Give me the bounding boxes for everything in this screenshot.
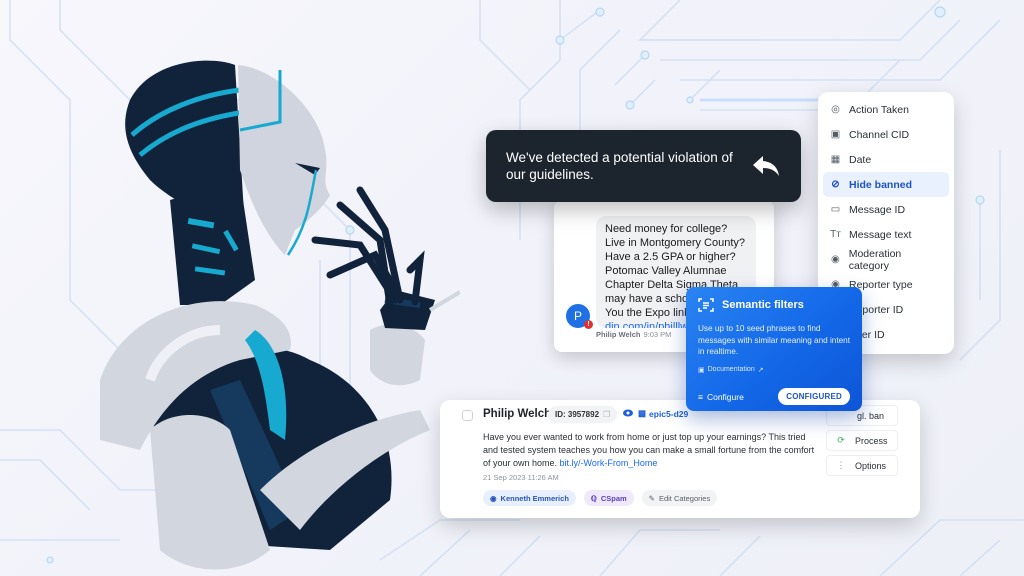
semantic-description: Use up to 10 seed phrases to find messag…	[698, 324, 850, 356]
edit-categories-button[interactable]: ✎ Edit Categories	[641, 490, 718, 506]
user-name: Philip Welch	[483, 408, 552, 420]
configure-button[interactable]: ≡ Configure	[698, 392, 744, 402]
chat-link-2[interactable]: din.com/in/philllw	[605, 321, 688, 328]
configured-badge[interactable]: CONFIGURED	[778, 388, 850, 405]
tag-user[interactable]: ◉ Kenneth Emmerich	[483, 490, 576, 506]
documentation-link[interactable]: ▣ Documentation ↗	[698, 366, 850, 374]
message-date: 21 Sep 2023 11:26 AM	[483, 473, 559, 482]
shield-icon: ◉	[490, 493, 497, 503]
filter-item-label: Message ID	[849, 203, 906, 216]
toast-message: We've detected a potential violation of …	[506, 150, 733, 182]
filter-item-label: Moderation category	[848, 247, 902, 272]
channel-label: epic5-d29	[649, 408, 689, 419]
filter-item-channel-cid[interactable]: ▣ Channel CID	[823, 122, 949, 147]
global-ban-label: gl. ban	[857, 410, 885, 421]
filter-item-message-text[interactable]: Tт Message text	[823, 222, 949, 247]
filter-item-moderation-category[interactable]: ◉ Moderation category	[823, 247, 949, 272]
tag-category[interactable]: ℚ CSpam	[583, 490, 634, 506]
reply-arrow-icon[interactable]	[751, 154, 781, 178]
copy-icon[interactable]: ❐	[603, 410, 610, 419]
text-icon: Tт	[830, 229, 841, 240]
edit-categories-label: Edit Categories	[658, 493, 711, 503]
user-id-label: ID: 3957892	[555, 410, 600, 419]
process-button[interactable]: ⟳ Process	[826, 430, 898, 451]
process-icon: ⟳	[837, 435, 845, 445]
category-icon: ◉	[830, 254, 840, 265]
filter-item-label: Message text	[849, 228, 912, 241]
chat-meta: Philip Welch 9:03 PM	[596, 330, 671, 339]
scan-text-icon	[698, 298, 714, 312]
external-link-icon: ↗	[757, 366, 764, 374]
channel-link[interactable]: ▩ epic5-d29	[638, 408, 688, 419]
filter-item-date[interactable]: ▦ Date	[823, 147, 949, 172]
eye-off-icon: ⊘	[831, 179, 840, 190]
process-label: Process	[855, 435, 888, 446]
filter-item-label: Hide banned	[849, 178, 913, 191]
book-icon: ▣	[698, 366, 705, 374]
tag-category-label: CSpam	[600, 493, 627, 503]
filter-item-action-taken[interactable]: ◎ Action Taken	[823, 97, 949, 122]
options-label: Options	[855, 460, 887, 471]
chat-time: 9:03 PM	[643, 330, 672, 339]
options-button[interactable]: ⋮ Options	[826, 455, 898, 476]
filter-item-label: Channel CID	[849, 128, 910, 141]
calendar-icon: ▦	[830, 154, 841, 165]
semantic-filters-card: Semantic filters Use up to 10 seed phras…	[686, 287, 862, 411]
moderation-card: Philip Welch ID: 3957892 ❐ ▩ epic5-d29 H…	[440, 400, 920, 518]
options-icon: ⋮	[836, 460, 846, 470]
flagged-message: Have you ever wanted to work from home o…	[483, 431, 818, 470]
action-buttons: gl. ban ⟳ Process ⋮ Options	[826, 405, 898, 480]
semantic-title: Semantic filters	[722, 299, 804, 311]
action-taken-icon: ◎	[831, 104, 840, 115]
filter-item-hide-banned[interactable]: ⊘ Hide banned	[823, 172, 949, 197]
message-icon: ▭	[830, 204, 841, 215]
filter-item-label: Action Taken	[849, 103, 909, 116]
pencil-icon: ✎	[648, 493, 655, 503]
robot-illustration	[100, 60, 460, 570]
flagged-message-link[interactable]: bit.ly/-Work-From_Home	[560, 458, 658, 468]
filter-item-label: Date	[849, 153, 872, 166]
alert-icon: !	[584, 320, 593, 329]
user-id-badge: ID: 3957892 ❐	[548, 406, 618, 423]
documentation-label: Documentation	[707, 366, 755, 373]
filter-item-message-id[interactable]: ▭ Message ID	[823, 197, 949, 222]
violation-toast: We've detected a potential violation of …	[486, 130, 801, 202]
select-checkbox[interactable]	[462, 410, 473, 421]
chat-sender: Philip Welch	[596, 330, 641, 339]
cart-icon: ℚ	[590, 493, 597, 503]
channel-icon: ▣	[830, 129, 841, 140]
channel-icon: ▩	[638, 408, 647, 418]
tag-user-label: Kenneth Emmerich	[500, 493, 569, 503]
eye-icon[interactable]	[623, 409, 633, 417]
configure-label: Configure	[706, 391, 744, 402]
tag-list: ◉ Kenneth Emmerich ℚ CSpam ✎ Edit Catego…	[483, 490, 718, 506]
sliders-icon: ≡	[698, 391, 703, 402]
